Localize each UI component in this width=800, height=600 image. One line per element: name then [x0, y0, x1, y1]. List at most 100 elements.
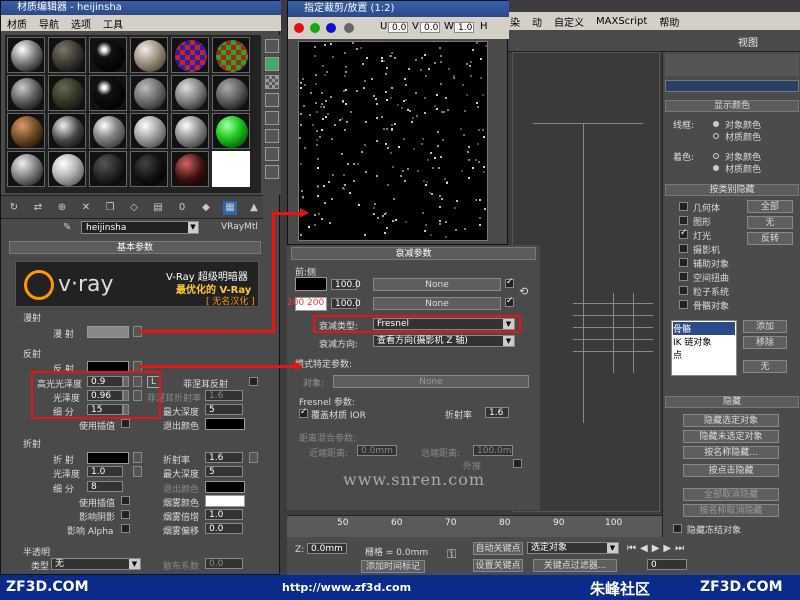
hide-by-hit-button[interactable]: 按点击隐藏: [683, 464, 779, 477]
list-item[interactable]: 骨骼: [673, 322, 735, 335]
cat-geometry-check[interactable]: [679, 202, 688, 211]
shadow-check[interactable]: [121, 510, 130, 519]
w-field[interactable]: 1.0: [454, 22, 474, 33]
sample-slot[interactable]: [171, 37, 209, 73]
hide-rollout[interactable]: 隐藏: [665, 396, 799, 408]
fresnel-ior-field[interactable]: 1.6: [205, 390, 243, 401]
make-unique-icon[interactable]: ◇: [127, 201, 141, 215]
fog-color-swatch[interactable]: [205, 495, 245, 507]
cat-bones-check[interactable]: [679, 300, 688, 309]
ior-map[interactable]: [249, 452, 258, 463]
front-map-button[interactable]: None: [373, 278, 501, 291]
all-button[interactable]: 全部: [747, 200, 793, 213]
chevron-down-icon[interactable]: ▼: [188, 222, 198, 233]
sample-slot[interactable]: [89, 37, 127, 73]
r-gloss-field[interactable]: 1.0: [87, 466, 123, 477]
show-map-icon[interactable]: ◆: [199, 201, 213, 215]
hide-selected-button[interactable]: 隐藏选定对象: [683, 414, 779, 427]
falloff-type-select[interactable]: Fresnel ▼: [373, 318, 515, 330]
cat-particles-check[interactable]: [679, 286, 688, 295]
front-map-check[interactable]: [505, 277, 514, 288]
key-filters-button[interactable]: 关键点过滤器...: [533, 559, 617, 572]
selection-select[interactable]: 选定对象 ▼: [527, 542, 619, 554]
auto-key-button[interactable]: 自动关键点: [473, 542, 523, 555]
eyedropper-icon[interactable]: ✎: [63, 222, 77, 234]
scatter-field[interactable]: 0.0: [205, 558, 243, 569]
falloff-dir-select[interactable]: 查看方向(摄影机 Z 轴) ▼: [373, 335, 515, 347]
sample-slot[interactable]: [130, 75, 168, 111]
red-channel-icon[interactable]: [294, 23, 304, 33]
hide-by-name-button[interactable]: 按名称隐藏...: [683, 446, 779, 459]
sample-slot[interactable]: [212, 37, 250, 73]
hide-by-category-rollout[interactable]: 按类别隐藏: [665, 184, 799, 196]
r-max-depth-field[interactable]: 5: [205, 466, 243, 477]
options-icon[interactable]: [265, 147, 279, 161]
far-field[interactable]: 100.0m: [473, 445, 513, 456]
list-item[interactable]: 点: [673, 348, 735, 361]
frame-field[interactable]: 0: [647, 559, 687, 570]
playback-controls[interactable]: ⏮◀▶▶⏭: [627, 543, 717, 555]
sample-slot[interactable]: [7, 113, 45, 149]
u-field[interactable]: 0.0: [388, 22, 408, 33]
sample-slot[interactable]: [48, 151, 86, 187]
sample-slot[interactable]: [212, 75, 250, 111]
add-button[interactable]: 添加: [743, 320, 787, 333]
interp-check[interactable]: [121, 419, 130, 428]
sample-slot[interactable]: [48, 113, 86, 149]
refract-swatch[interactable]: [87, 452, 129, 464]
menu-customize[interactable]: 自定义: [554, 14, 584, 29]
falloff-rollout[interactable]: 衰减参数: [291, 247, 536, 260]
menu-utilities[interactable]: 工具: [103, 16, 123, 31]
cat-spacewarps-check[interactable]: [679, 272, 688, 281]
swap-icon[interactable]: ⟲: [519, 285, 533, 299]
exit-color-swatch[interactable]: [205, 418, 245, 430]
key-icon[interactable]: ⚿: [447, 547, 456, 562]
sample-slot[interactable]: [7, 75, 45, 111]
menu-navigation[interactable]: 导航: [39, 16, 59, 31]
refract-map[interactable]: [133, 452, 142, 463]
translucent-type-select[interactable]: 无 ▼: [51, 558, 141, 570]
show-end-result-icon[interactable]: ▦: [223, 201, 237, 215]
sample-slot[interactable]: [171, 113, 209, 149]
assign-material-icon[interactable]: ⊕: [55, 201, 69, 215]
unhide-by-name-button[interactable]: 按名称取消隐藏: [683, 504, 779, 517]
wire-mat-radio[interactable]: [713, 133, 719, 139]
v-field[interactable]: 0.0: [420, 22, 440, 33]
menu-render[interactable]: 染: [510, 14, 520, 29]
sample-slot[interactable]: [7, 151, 45, 187]
cat-lights-check[interactable]: [679, 228, 688, 239]
side-map-check[interactable]: [505, 296, 514, 307]
copy-material-icon[interactable]: ❐: [103, 201, 117, 215]
hide-frozen-check[interactable]: [673, 524, 682, 533]
fog-mult-field[interactable]: 1.0: [205, 509, 243, 520]
list-item[interactable]: IK 链对象: [673, 335, 735, 348]
green-channel-icon[interactable]: [310, 23, 320, 33]
backlight-icon[interactable]: [265, 57, 279, 71]
put-library-icon[interactable]: ▤: [151, 201, 165, 215]
sample-slot[interactable]: [212, 113, 250, 149]
sample-slot[interactable]: [48, 75, 86, 111]
extrapolate-check[interactable]: [513, 459, 522, 468]
ior-field[interactable]: 1.6: [205, 452, 243, 463]
material-name-field[interactable]: heijinsha: [81, 221, 199, 234]
sample-slot[interactable]: [48, 37, 86, 73]
material-type-button[interactable]: VRayMtl: [221, 222, 258, 232]
footer-url[interactable]: http://www.zf3d.com: [282, 581, 411, 594]
remove-button[interactable]: 移除: [743, 336, 787, 349]
put-to-scene-icon[interactable]: ⇄: [31, 201, 45, 215]
sample-slot[interactable]: [130, 37, 168, 73]
sample-slot[interactable]: [89, 113, 127, 149]
sample-slot[interactable]: [7, 37, 45, 73]
r-exit-swatch[interactable]: [205, 481, 245, 493]
menu-maxscript[interactable]: MAXScript: [596, 16, 647, 27]
sample-slot[interactable]: [171, 75, 209, 111]
background-icon[interactable]: [265, 75, 279, 89]
sample-slot[interactable]: [89, 75, 127, 111]
object-button[interactable]: None: [333, 375, 529, 388]
set-key-button[interactable]: 设置关键点: [473, 559, 523, 572]
shade-obj-radio[interactable]: [713, 153, 719, 159]
category-list[interactable]: 骨骼 IK 链对象 点: [671, 320, 737, 376]
get-material-icon[interactable]: ↻: [7, 201, 21, 215]
display-color-rollout[interactable]: 显示颜色: [665, 100, 799, 112]
fresnel-check[interactable]: [249, 377, 258, 386]
